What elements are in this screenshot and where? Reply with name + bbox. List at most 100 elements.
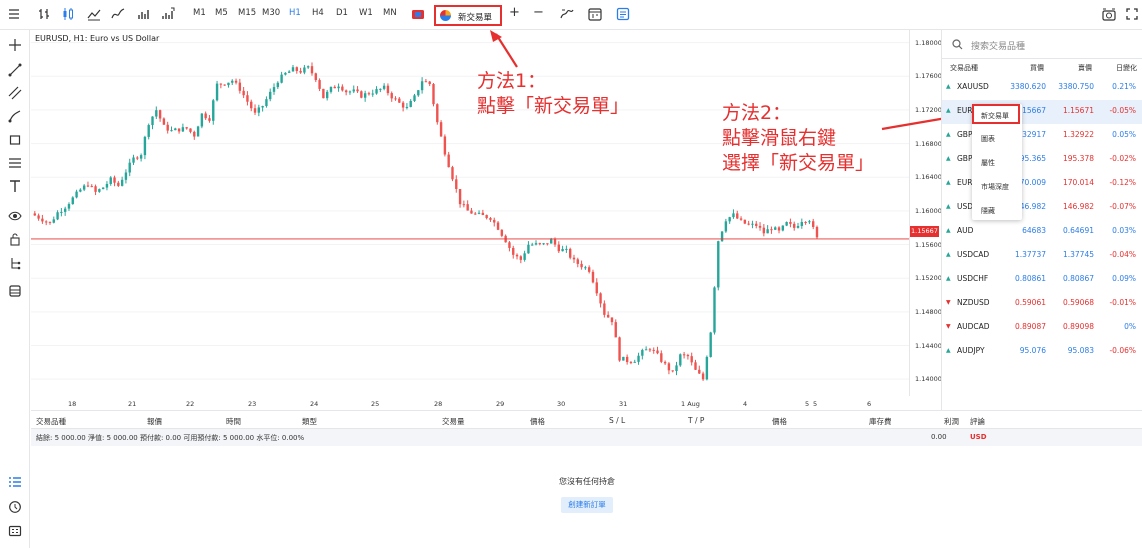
- tick-volume-icon[interactable]: [160, 6, 176, 22]
- col-type[interactable]: 類型: [302, 416, 317, 427]
- col-tp[interactable]: T / P: [688, 416, 704, 425]
- col-sl[interactable]: S / L: [609, 416, 625, 425]
- text-tool-icon[interactable]: [8, 179, 22, 193]
- candle-body: [793, 223, 796, 228]
- watchlist-bid: 95.365: [1019, 154, 1046, 163]
- timeframe-mn[interactable]: MN: [383, 8, 397, 18]
- candle-body: [63, 208, 67, 212]
- watchlist-row[interactable]: ▼ NZDUSD 0.59061 0.59068 -0.01%: [942, 292, 1142, 316]
- history-icon[interactable]: [8, 500, 22, 514]
- symbol-search-input[interactable]: 搜索交易品種: [941, 30, 1142, 59]
- volume-icon[interactable]: [136, 6, 152, 22]
- create-order-button[interactable]: 創建新訂單: [561, 497, 613, 513]
- col-comment[interactable]: 評論: [970, 416, 985, 427]
- channel-icon[interactable]: [8, 86, 22, 100]
- candlestick-icon[interactable]: [60, 6, 76, 22]
- candle-body: [542, 243, 545, 245]
- watchlist-ask: 0.64691: [1062, 226, 1094, 235]
- notes-icon[interactable]: [615, 6, 631, 22]
- lock-icon[interactable]: [8, 232, 22, 246]
- calendar-icon[interactable]: [587, 6, 603, 22]
- menu-item-properties[interactable]: 屬性: [981, 158, 995, 168]
- trade-list-icon[interactable]: [8, 475, 22, 489]
- col-volume[interactable]: 交易量: [442, 416, 465, 427]
- area-chart-icon[interactable]: [86, 6, 102, 22]
- candle-body: [732, 213, 735, 218]
- zoom-in-button[interactable]: +: [509, 5, 520, 20]
- col-swap[interactable]: 庫存費: [869, 416, 892, 427]
- candle-body: [587, 267, 591, 272]
- indicators-icon[interactable]: [559, 6, 575, 22]
- candle-body: [109, 177, 112, 184]
- crosshair-icon[interactable]: [8, 38, 22, 52]
- candle-body: [424, 81, 428, 83]
- candle-body: [348, 91, 352, 93]
- candle-body: [98, 189, 101, 192]
- candle-body: [79, 189, 82, 192]
- watchlist-row[interactable]: ▲ USDCAD 1.37737 1.37745 -0.04%: [942, 244, 1142, 268]
- candle-body: [420, 81, 424, 91]
- timeframe-m5[interactable]: M5: [215, 8, 228, 18]
- candle-body: [648, 349, 652, 351]
- candle-body: [177, 128, 181, 132]
- timeframe-m30[interactable]: M30: [262, 8, 280, 18]
- col-ticket[interactable]: 報價: [147, 416, 162, 427]
- timeframe-h4[interactable]: H4: [312, 8, 324, 18]
- watchlist-row[interactable]: ▲ XAUUSD 3380.620 3380.750 0.21%: [942, 76, 1142, 100]
- watchlist-row[interactable]: ▲ AUD 64683 0.64691 0.03%: [942, 220, 1142, 244]
- col-current-price[interactable]: 價格: [772, 416, 787, 427]
- candle-body: [565, 248, 568, 250]
- candle-body: [155, 110, 158, 117]
- watchlist-symbol: AUD: [957, 226, 974, 235]
- col-symbol[interactable]: 交易品種: [36, 416, 66, 427]
- levels-icon[interactable]: [8, 156, 22, 170]
- col-profit[interactable]: 利潤: [944, 416, 959, 427]
- templates-icon[interactable]: [8, 284, 22, 298]
- watchlist-row[interactable]: ▼ AUDCAD 0.89087 0.89098 0%: [942, 316, 1142, 340]
- candle-body: [610, 317, 614, 323]
- candle-body: [120, 179, 124, 186]
- timeframe-m1[interactable]: M1: [193, 8, 206, 18]
- candle-body: [352, 89, 355, 92]
- candle-body: [713, 287, 716, 333]
- candle-body: [337, 86, 340, 89]
- search-placeholder: 搜索交易品種: [971, 42, 1026, 52]
- one-click-trading-icon[interactable]: [410, 6, 426, 22]
- candle-body: [147, 125, 150, 137]
- watchlist-row[interactable]: ▲ USDCHF 0.80861 0.80867 0.09%: [942, 268, 1142, 292]
- menu-item-hide[interactable]: 隱藏: [981, 206, 995, 216]
- timeframe-d1[interactable]: D1: [336, 8, 348, 18]
- col-time[interactable]: 時間: [226, 416, 241, 427]
- timeframe-m15[interactable]: M15: [238, 8, 256, 18]
- watchlist-bid: 64683: [1022, 226, 1046, 235]
- menu-item-market-depth[interactable]: 市場深度: [981, 182, 1009, 192]
- object-tree-icon[interactable]: [8, 256, 22, 270]
- candle-body: [329, 86, 333, 92]
- price-chart[interactable]: [31, 30, 909, 396]
- col-price[interactable]: 價格: [530, 416, 545, 427]
- fullscreen-icon[interactable]: [1124, 6, 1140, 22]
- screenshot-icon[interactable]: [1101, 6, 1117, 22]
- candle-body: [143, 136, 147, 156]
- timeframe-w1[interactable]: W1: [359, 8, 373, 18]
- journal-icon[interactable]: [8, 524, 22, 538]
- trendline-icon[interactable]: [8, 63, 22, 77]
- zoom-out-button[interactable]: −: [533, 5, 544, 20]
- menu-item-chart[interactable]: 圖表: [981, 134, 995, 144]
- watchlist-ask: 146.982: [1062, 202, 1094, 211]
- line-chart-icon[interactable]: [110, 6, 126, 22]
- rectangle-tool-icon[interactable]: [8, 133, 22, 147]
- watchlist-row[interactable]: ▲ AUDJPY 95.076 95.083 -0.06%: [942, 340, 1142, 364]
- candle-body: [485, 215, 488, 219]
- price-scale[interactable]: 1.18000 1.17600 1.17200 1.16800 1.16400 1.160…: [909, 30, 942, 396]
- new-order-button[interactable]: 新交易單: [434, 5, 502, 26]
- watchlist-change: 0.05%: [1112, 130, 1136, 139]
- bar-chart-icon[interactable]: [36, 6, 52, 22]
- timeframe-h1[interactable]: H1: [289, 8, 301, 18]
- candle-body: [538, 243, 542, 245]
- fibonacci-icon[interactable]: [8, 109, 22, 123]
- watchlist-ask: 1.15671: [1062, 106, 1094, 115]
- menu-icon[interactable]: [6, 6, 22, 22]
- header-bid: 買價: [1030, 64, 1044, 72]
- eye-icon[interactable]: [8, 209, 22, 223]
